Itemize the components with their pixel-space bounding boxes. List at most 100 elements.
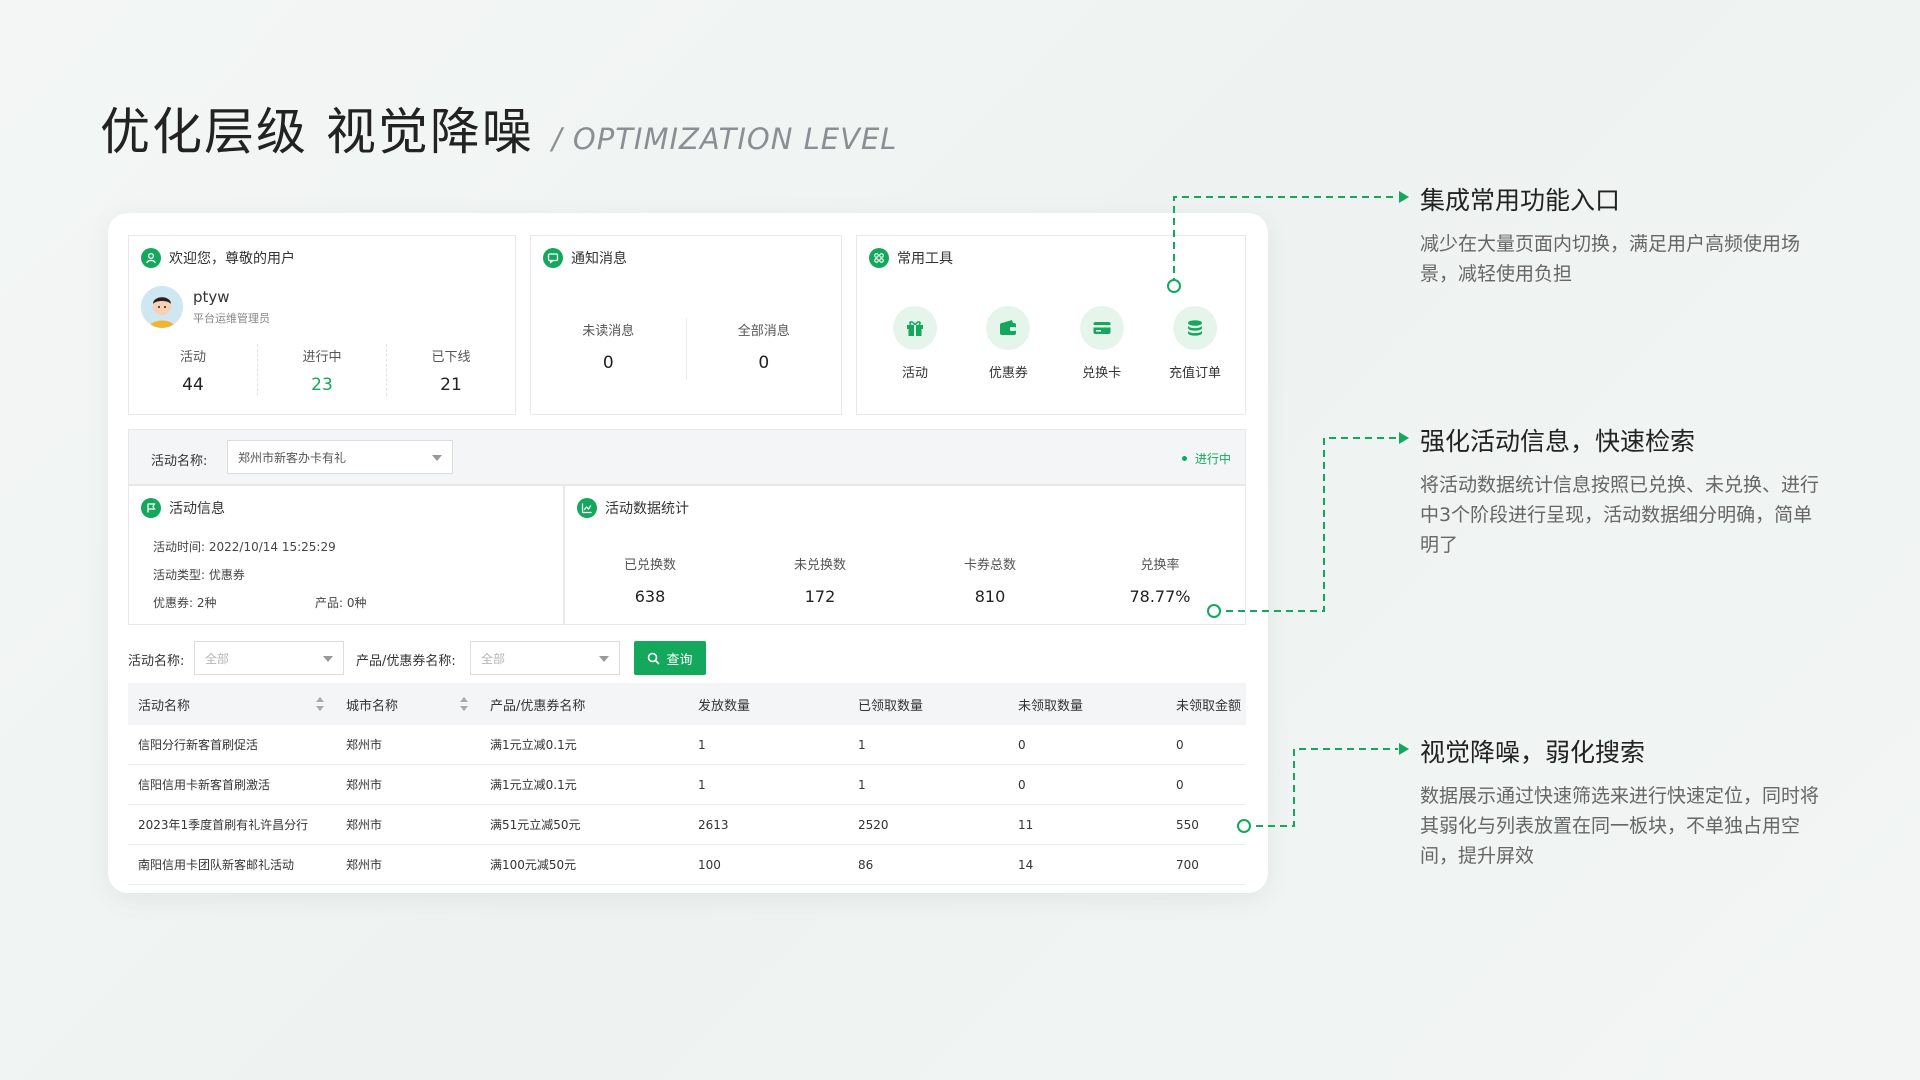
cell-unclaimed: 0: [1018, 737, 1026, 752]
stat-not-exchanged: 未兑换数 172: [735, 552, 905, 606]
cell-claimed: 1: [858, 777, 866, 792]
column-header-issued: 发放数量: [688, 695, 848, 714]
notice-title: 通知消息: [571, 251, 627, 267]
column-header-label: 未领取金额: [1176, 698, 1242, 714]
page-subtitle: / OPTIMIZATION LEVEL: [551, 122, 898, 156]
coupon-count: 优惠券: 2种: [153, 596, 217, 610]
annotation-text: 将活动数据统计信息按照已兑换、未兑换、进行中3个阶段进行呈现，活动数据细分明确，…: [1420, 474, 1820, 556]
line-chart-icon: [577, 498, 597, 518]
activity-type: 活动类型: 优惠券: [153, 568, 245, 582]
page-title: 优化层级 视觉降噪: [100, 103, 534, 161]
welcome-title: 欢迎您，尊敬的用户: [169, 251, 295, 267]
stat-value: 23: [311, 375, 333, 395]
table-row[interactable]: 南阳信用卡团队新客邮礼活动 郑州市 满100元减50元 100 86 14 70…: [128, 845, 1246, 885]
stat-offline[interactable]: 已下线 21: [387, 344, 515, 396]
table-header: 活动名称 城市名称 产品/优惠券名称 发放数量 已领取数量 未领取数量 未领取金…: [128, 683, 1246, 725]
filter-product-label: 产品/优惠券名称:: [356, 654, 456, 669]
filter-product-select[interactable]: 全部: [470, 641, 620, 675]
apps-icon: [869, 248, 889, 268]
tool-label: 优惠券: [988, 366, 1028, 381]
search-button-label: 查询: [666, 652, 693, 668]
stat-label: 活动: [179, 350, 206, 365]
filter-activity-select[interactable]: 全部: [194, 641, 344, 675]
stat-activities[interactable]: 活动 44: [129, 344, 258, 396]
column-header-label: 发放数量: [698, 698, 751, 714]
tool-label: 充值订单: [1168, 366, 1221, 381]
stat-label: 兑换率: [1140, 558, 1180, 573]
column-header-unclaimed-amount: 未领取金额: [1166, 695, 1246, 714]
stat-value: 0: [758, 353, 770, 373]
cell-activity: 南阳信用卡团队新客邮礼活动: [138, 858, 295, 872]
search-icon: [648, 652, 661, 665]
tool-coupon[interactable]: 优惠券: [968, 306, 1048, 381]
annotation-title: 强化活动信息，快速检索: [1420, 427, 1696, 456]
cell-claimed: 86: [858, 857, 874, 872]
page-header: 优化层级 视觉降噪 / OPTIMIZATION LEVEL: [100, 92, 897, 164]
tools-header: 常用工具: [869, 248, 953, 268]
flag-icon: [141, 498, 161, 518]
stat-exchange-rate: 兑换率 78.77%: [1075, 552, 1245, 606]
column-header-label: 已领取数量: [858, 698, 924, 714]
cell-claimed: 2520: [858, 817, 889, 832]
dashboard-card: 欢迎您，尊敬的用户 ptyw 平台运维管理员 活动 44 进行中 23 已下线 …: [108, 213, 1268, 893]
tools-title: 常用工具: [897, 251, 953, 267]
column-header-label: 产品/优惠券名称: [490, 698, 586, 714]
stat-all-messages[interactable]: 全部消息 0: [687, 318, 842, 380]
activity-select[interactable]: 郑州市新客办卡有礼: [227, 440, 453, 474]
activity-stats-header: 活动数据统计: [577, 498, 689, 518]
welcome-header: 欢迎您，尊敬的用户: [141, 248, 295, 268]
activity-select-value: 郑州市新客办卡有礼: [238, 450, 347, 465]
column-header-label: 活动名称: [138, 698, 191, 714]
arrow-icon: [1399, 743, 1409, 755]
activity-table: 活动名称 城市名称 产品/优惠券名称 发放数量 已领取数量 未领取数量 未领取金…: [128, 683, 1246, 885]
filter-product-value: 全部: [481, 651, 506, 666]
username: ptyw: [193, 288, 230, 306]
message-stats: 未读消息 0 全部消息 0: [531, 318, 841, 380]
table-row[interactable]: 信阳信用卡新客首刷激活 郑州市 满1元立减0.1元 1 1 0 0: [128, 765, 1246, 805]
tool-label: 兑换卡: [1082, 366, 1122, 381]
notice-panel: 通知消息 未读消息 0 全部消息 0: [530, 235, 842, 415]
search-button[interactable]: 查询: [634, 641, 706, 675]
annotation-3: 视觉降噪，弱化搜索 数据展示通过快速筛选来进行快速定位，同时将其弱化与列表放置在…: [1420, 733, 1820, 871]
table-row[interactable]: 信阳分行新客首刷促活 郑州市 满1元立减0.1元 1 1 0 0: [128, 725, 1246, 765]
annotation-title: 集成常用功能入口: [1420, 186, 1621, 215]
sort-icon[interactable]: [316, 697, 324, 711]
column-header-city[interactable]: 城市名称: [336, 695, 480, 714]
cell-activity: 信阳信用卡新客首刷激活: [138, 778, 271, 792]
cell-issued: 1: [698, 737, 706, 752]
activity-filter-label: 活动名称:: [151, 454, 208, 469]
stat-value: 21: [440, 375, 462, 395]
user-icon: [141, 248, 161, 268]
stat-value: 44: [182, 375, 204, 395]
stat-unread[interactable]: 未读消息 0: [531, 318, 687, 380]
status-dot-icon: [1181, 456, 1187, 461]
cell-city: 郑州市: [346, 738, 383, 752]
stat-label: 全部消息: [737, 324, 790, 339]
stat-in-progress[interactable]: 进行中 23: [258, 344, 387, 396]
stat-value: 0: [602, 353, 614, 373]
tool-recharge-order[interactable]: 充值订单: [1155, 306, 1235, 381]
coins-icon: [1172, 306, 1217, 350]
activity-time: 活动时间: 2022/10/14 15:25:29: [153, 540, 336, 554]
cell-product: 满1元立减0.1元: [490, 738, 577, 752]
notice-header: 通知消息: [543, 248, 627, 268]
tool-exchange-card[interactable]: 兑换卡: [1062, 306, 1142, 381]
activity-info-title: 活动信息: [169, 501, 225, 517]
cell-product: 满1元立减0.1元: [490, 778, 577, 792]
sort-icon[interactable]: [460, 697, 468, 711]
column-header-activity[interactable]: 活动名称: [128, 695, 336, 714]
column-header-unclaimed: 未领取数量: [1008, 695, 1166, 714]
stat-exchanged: 已兑换数 638: [565, 552, 735, 606]
wallet-icon: [986, 306, 1031, 350]
activity-filter-bar: 活动名称: 郑州市新客办卡有礼 进行中: [128, 429, 1246, 485]
stat-label: 已下线: [431, 350, 471, 365]
activity-info-panel: 活动信息 活动时间: 2022/10/14 15:25:29 活动类型: 优惠券…: [128, 485, 564, 625]
tool-activity[interactable]: 活动: [875, 306, 955, 381]
cell-city: 郑州市: [346, 818, 383, 832]
cell-product: 满51元立减50元: [490, 818, 581, 832]
gift-icon: [893, 306, 937, 350]
cell-unclaimed-amount: 700: [1176, 857, 1199, 872]
table-row[interactable]: 2023年1季度首刷有礼许昌分行 郑州市 满51元立减50元 2613 2520…: [128, 805, 1246, 845]
arrow-icon: [1399, 432, 1409, 444]
chevron-down-icon: [323, 656, 333, 662]
